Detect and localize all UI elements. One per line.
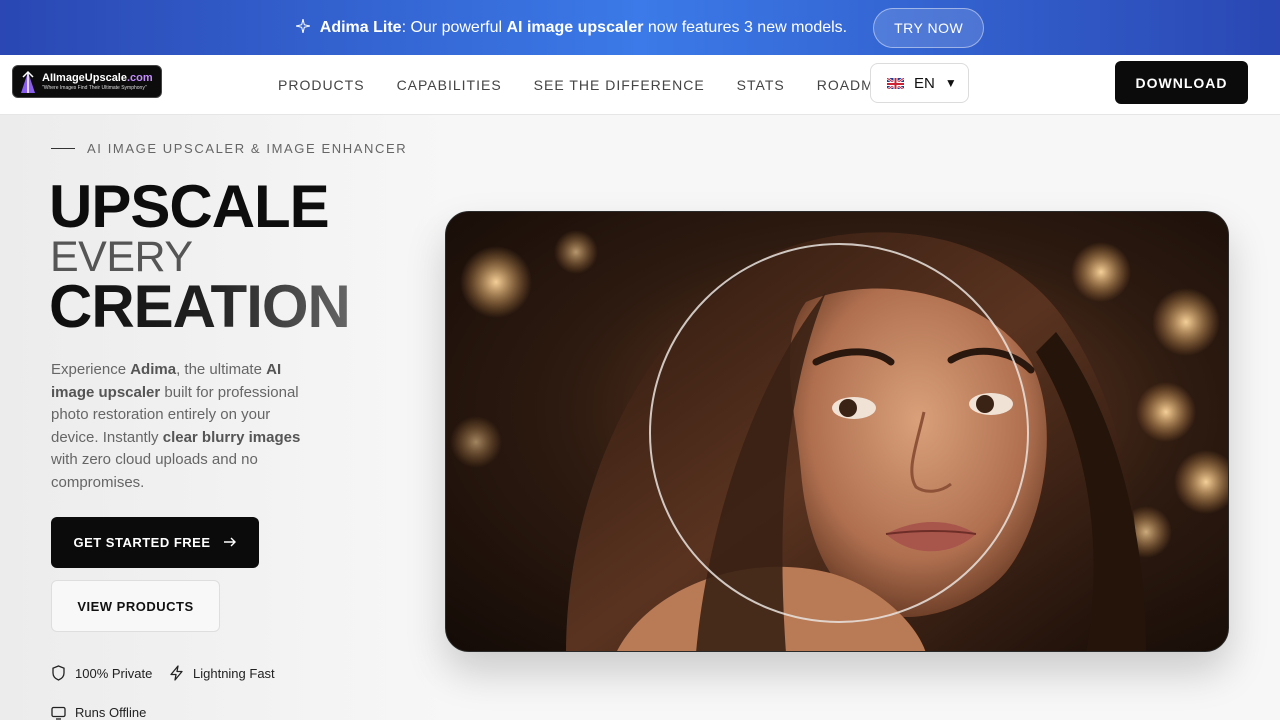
announcement-text: Adima Lite: Our powerful AI image upscal… <box>319 18 848 36</box>
arrow-right-icon <box>223 535 237 551</box>
hero-heading-line1: UPSCALE <box>49 173 330 240</box>
feature-fast-label: Lightning Fast <box>193 665 275 681</box>
language-selector[interactable]: EN ▼ <box>870 63 969 103</box>
get-started-label: GET STARTED FREE <box>73 535 211 550</box>
nav-item-see-the-difference[interactable]: SEE THE DIFFERENCE <box>534 77 705 93</box>
monitor-icon <box>51 706 66 720</box>
feature-private: 100% Private <box>51 665 152 681</box>
sparkle-icon <box>295 18 310 36</box>
feature-private-label: 100% Private <box>75 665 153 681</box>
nav-item-stats[interactable]: STATS <box>737 77 785 93</box>
caret-down-icon: ▼ <box>944 76 957 90</box>
language-label: EN <box>914 74 935 92</box>
logo-tagline: "Where Images Find Their Ultimate Sympho… <box>42 84 147 91</box>
hero-description: Experience Adima, the ultimate AI image … <box>51 361 301 491</box>
eyebrow-divider <box>51 148 75 149</box>
main-menu: PRODUCTS CAPABILITIES SEE THE DIFFERENCE… <box>278 55 927 115</box>
logo-brand-text: AIImageUpscale.com <box>42 71 153 84</box>
feature-fast: Lightning Fast <box>169 665 275 681</box>
feature-offline-label: Runs Offline <box>75 705 147 720</box>
eyebrow-text: AI IMAGE UPSCALER & IMAGE ENHANCER <box>87 141 408 156</box>
shield-icon <box>52 665 65 681</box>
feature-offline: Runs Offline <box>51 705 146 720</box>
view-products-button[interactable]: VIEW PRODUCTS <box>51 580 220 632</box>
hero-heading-line3: CREATION <box>49 273 351 340</box>
site-logo[interactable]: AIImageUpscale.com "Where Images Find Th… <box>12 65 162 98</box>
get-started-button[interactable]: GET STARTED FREE <box>51 517 259 568</box>
logo-mark-icon <box>17 69 39 95</box>
hero-portrait-image <box>445 211 1229 652</box>
nav-item-capabilities[interactable]: CAPABILITIES <box>397 77 502 93</box>
top-nav: AIImageUpscale.com "Where Images Find Th… <box>0 55 1280 115</box>
announcement-bar: Adima Lite: Our powerful AI image upscal… <box>0 0 1280 55</box>
lightning-icon <box>170 665 183 681</box>
try-now-button[interactable]: TRY NOW <box>873 7 985 48</box>
uk-flag-icon <box>887 77 904 89</box>
hero-eyebrow: AI IMAGE UPSCALER & IMAGE ENHANCER <box>51 141 407 156</box>
download-button[interactable]: DOWNLOAD <box>1115 61 1248 104</box>
nav-item-products[interactable]: PRODUCTS <box>278 77 365 93</box>
